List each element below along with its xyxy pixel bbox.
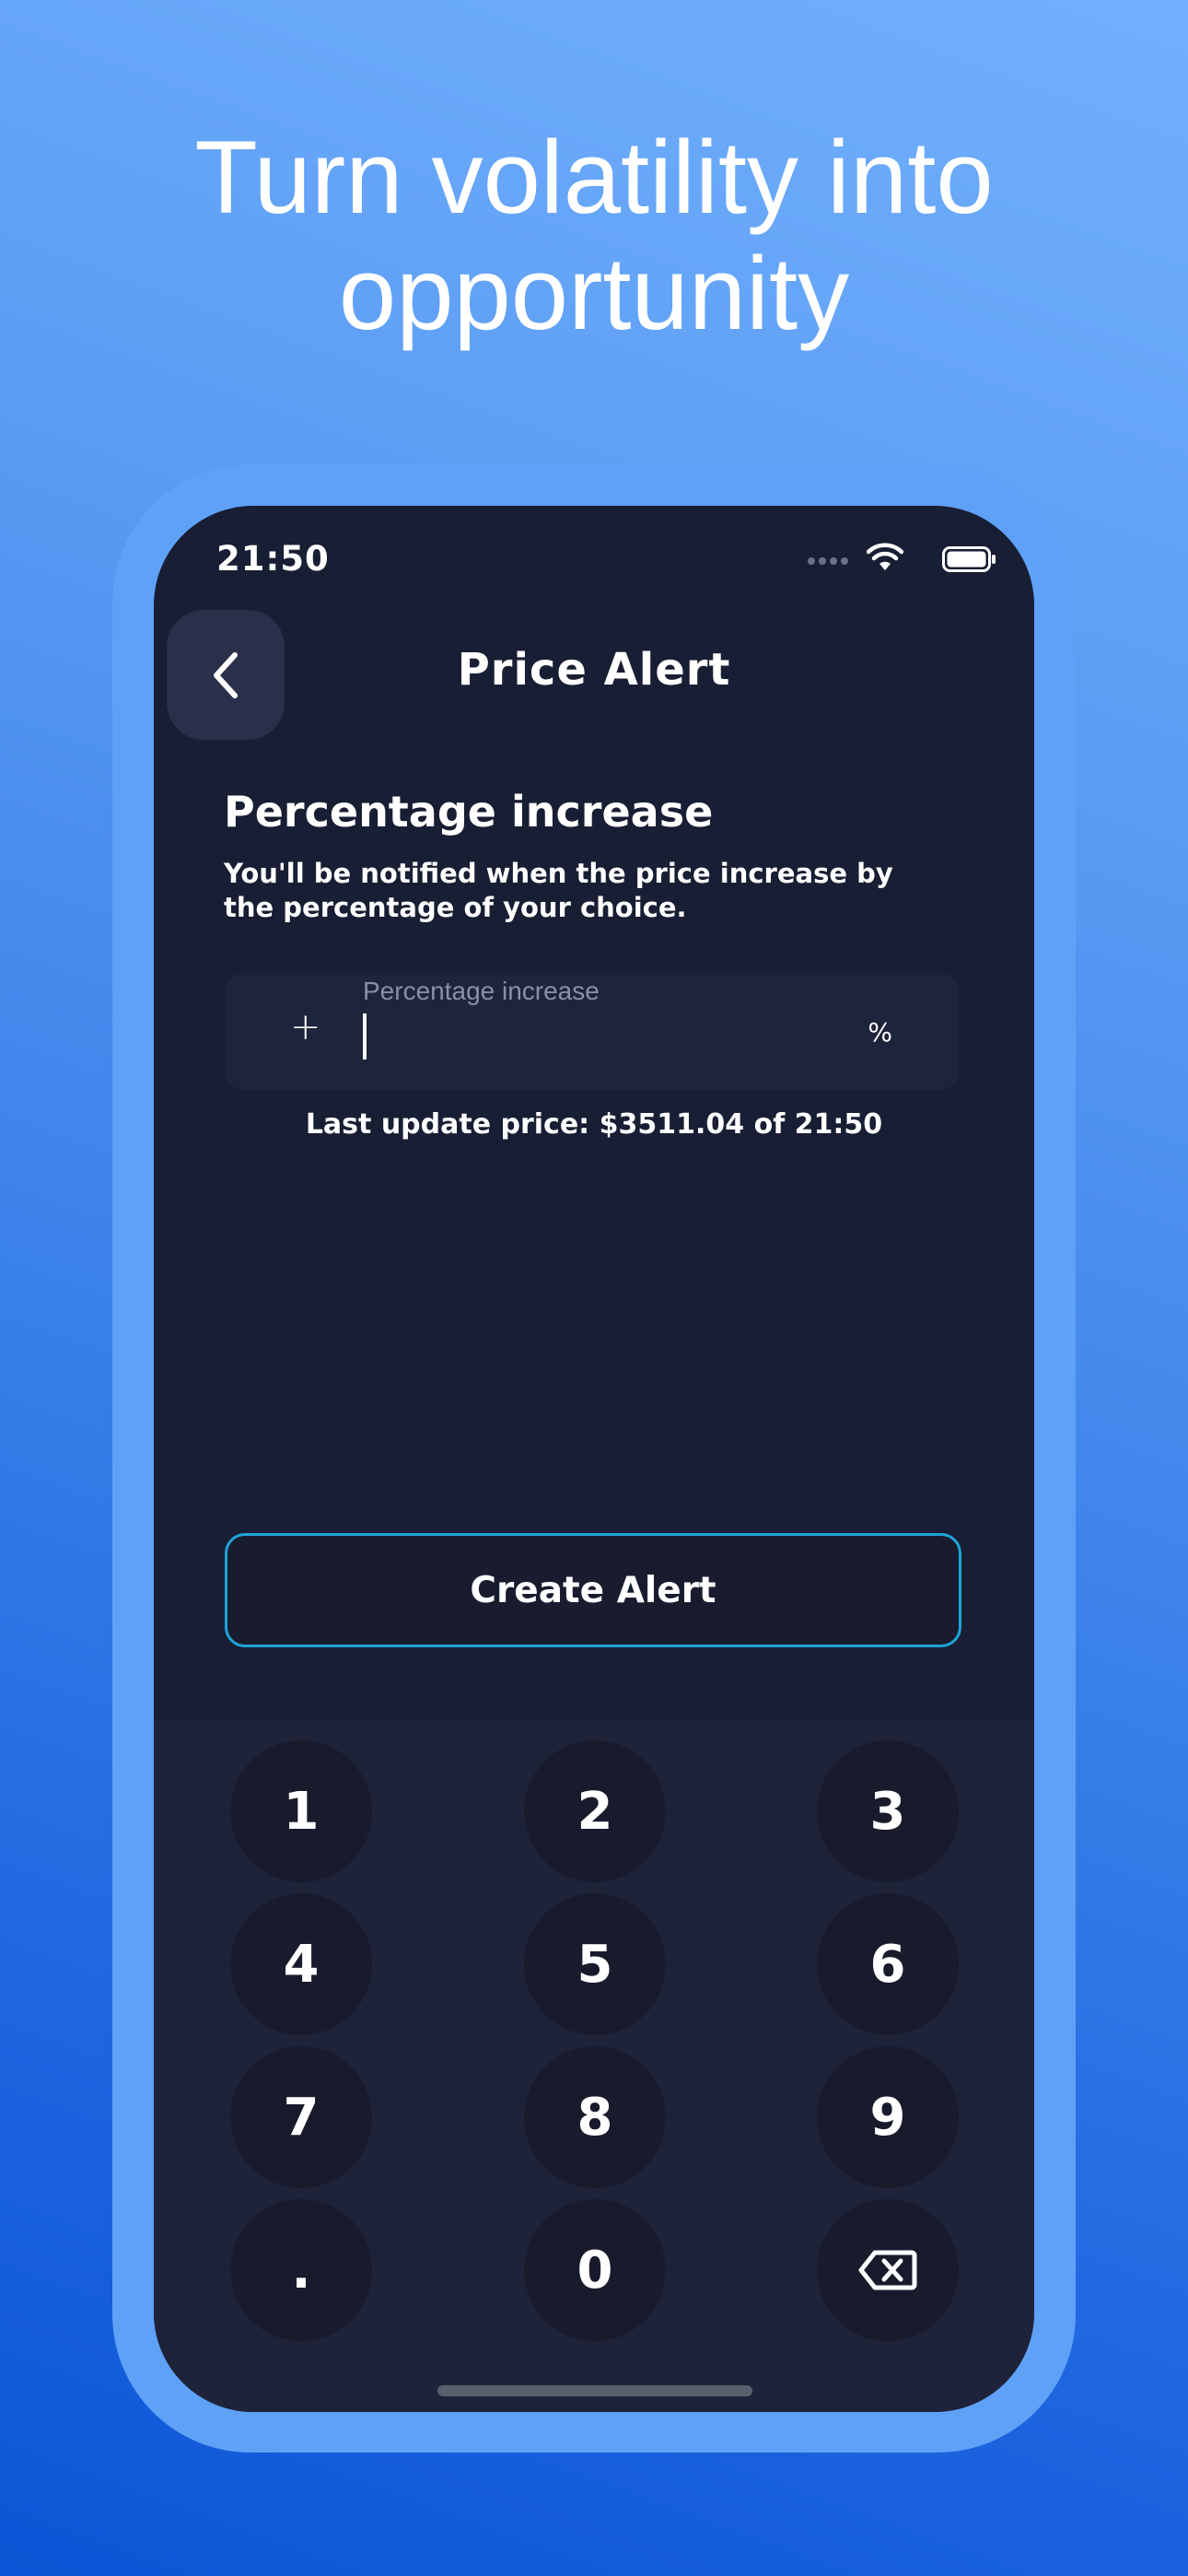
signal-icon [808,557,848,565]
create-alert-button[interactable]: Create Alert [225,1533,961,1647]
input-label: Percentage increase [363,977,600,1005]
headline-line-2: opportunity [338,236,850,351]
section-title: Percentage increase [224,787,714,837]
last-update-price: Last update price: $3511.04 of 21:50 [305,1108,883,1141]
headline-line-1: Turn volatility into [194,120,994,235]
percentage-input[interactable] [373,1010,852,1061]
delete-key[interactable] [817,2199,959,2341]
key-8[interactable]: 8 [524,2046,666,2188]
key-9[interactable]: 9 [817,2046,959,2188]
percent-suffix: % [868,1017,892,1048]
section-description: You'll be notified when the price increa… [224,858,893,923]
home-indicator[interactable] [437,2385,752,2396]
backspace-icon [858,2250,917,2290]
key-6[interactable]: 6 [817,1893,959,2035]
phone-screen: 21:50 Price Alert Percentage increase Yo… [154,506,1034,2412]
text-cursor [363,1013,367,1060]
status-icons [795,543,997,576]
key-decimal[interactable]: . [230,2199,372,2341]
headline: Turn volatility into opportunity [0,120,1188,352]
key-5[interactable]: 5 [524,1893,666,2035]
page-title: Price Alert [457,644,731,696]
key-3[interactable]: 3 [817,1740,959,1882]
key-7[interactable]: 7 [230,2046,372,2188]
status-time: 21:50 [216,539,330,579]
key-1[interactable]: 1 [230,1740,372,1882]
battery-icon [942,546,996,572]
wifi-icon [867,543,903,570]
key-4[interactable]: 4 [230,1893,372,2035]
plus-prefix: + [290,1006,321,1048]
key-0[interactable]: 0 [524,2199,666,2341]
percentage-input-container[interactable]: Percentage increase + % [226,973,959,1090]
key-2[interactable]: 2 [524,1740,666,1882]
numeric-keypad: 1 2 3 4 5 6 7 8 9 . 0 [154,1720,1034,2412]
